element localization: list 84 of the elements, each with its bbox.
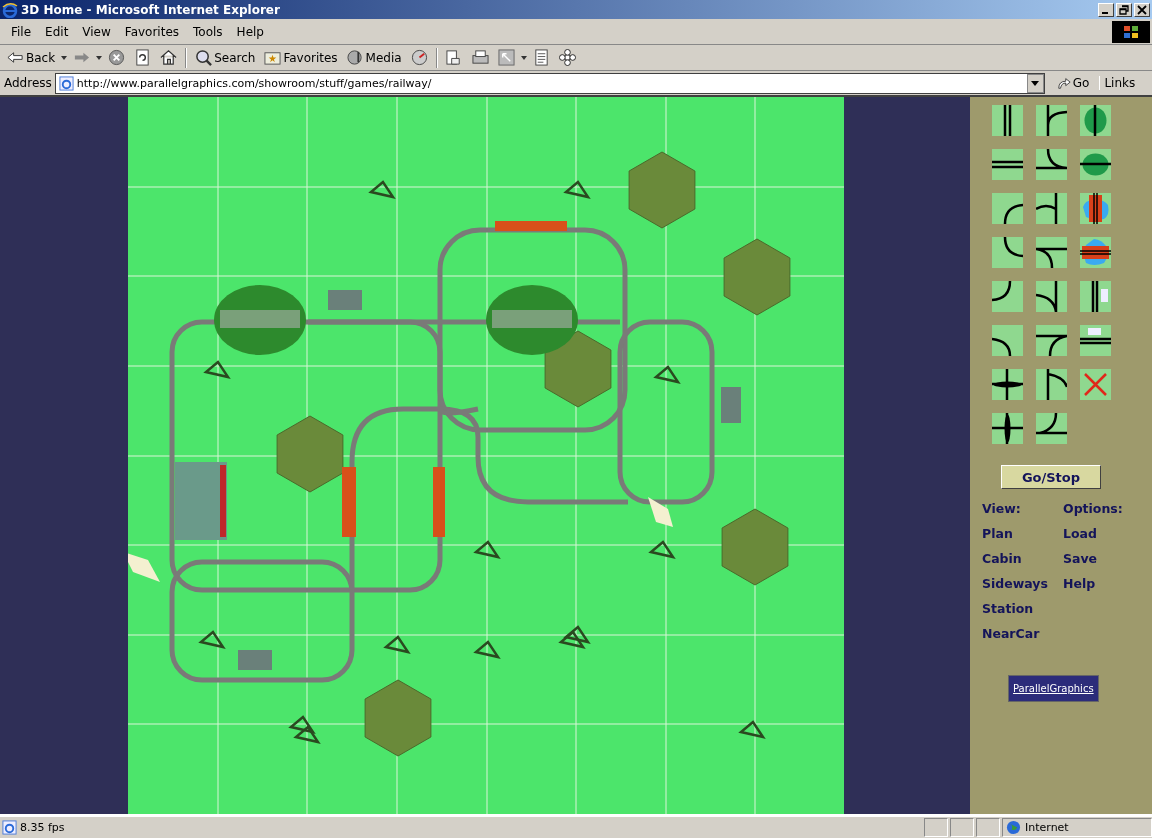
restore-button[interactable] (1116, 2, 1132, 17)
track-piece-button[interactable] (1036, 413, 1067, 444)
options-heading: Options: (1063, 501, 1124, 518)
back-button[interactable]: Back (4, 48, 59, 67)
address-label: Address (4, 76, 52, 90)
links-button[interactable]: Links (1099, 76, 1140, 90)
station-piece-button[interactable] (1080, 281, 1111, 312)
browser-logo-icon (2, 1, 18, 18)
crossing-piece-button[interactable] (992, 369, 1023, 400)
track-piece-button[interactable] (1036, 237, 1067, 268)
tunnel-piece-button[interactable] (1080, 105, 1111, 136)
minimize-icon (1101, 11, 1108, 14)
window-title: 3D Home - Microsoft Internet Explorer (21, 2, 281, 17)
menu-item[interactable]: Help (229, 24, 271, 39)
media-button[interactable]: Media (343, 48, 405, 67)
view-link[interactable]: NearCar (982, 626, 1047, 651)
bridge-piece-button[interactable] (1080, 193, 1111, 224)
go-arrow-icon (1056, 76, 1071, 90)
page-icon (2, 820, 17, 835)
close-icon (1136, 4, 1148, 15)
mail-icon (445, 49, 463, 66)
track-piece-button[interactable] (1036, 281, 1067, 312)
view-heading: View: (982, 501, 1022, 518)
view-link[interactable]: Station (982, 601, 1047, 626)
go-button[interactable]: Go (1052, 76, 1094, 90)
clock-icon (410, 49, 428, 66)
menu-item[interactable]: View (75, 24, 118, 39)
options-link[interactable]: Help (1063, 576, 1128, 601)
media-icon (346, 49, 364, 66)
dropdown-arrow-icon[interactable] (520, 55, 527, 60)
crossing-piece-button[interactable] (992, 413, 1023, 444)
globe-icon (1006, 820, 1021, 835)
minimize-button[interactable] (1098, 2, 1114, 17)
favorites-button[interactable]: Favorites (261, 48, 341, 67)
menu-item[interactable]: File (4, 24, 39, 39)
status-text: 8.35 fps (20, 821, 65, 834)
track-piece-button[interactable] (1036, 193, 1067, 224)
track-piece-button[interactable] (1036, 149, 1067, 180)
track-piece-button[interactable] (1036, 105, 1067, 136)
delete-piece-button[interactable] (1080, 369, 1111, 400)
dropdown-arrow-icon[interactable] (61, 55, 68, 60)
station-piece-button[interactable] (1080, 325, 1111, 356)
status-pane (924, 818, 948, 837)
track-piece-button[interactable] (992, 281, 1023, 312)
dropdown-arrow-icon[interactable] (96, 55, 103, 60)
search-button[interactable]: Search (192, 48, 259, 67)
go-stop-button[interactable]: Go/Stop (1001, 465, 1101, 489)
page-icon (58, 75, 74, 91)
status-pane (976, 818, 1000, 837)
status-pane (950, 818, 974, 837)
view-link[interactable]: Cabin (982, 551, 1047, 576)
track-piece-button[interactable] (992, 237, 1023, 268)
close-button[interactable] (1134, 2, 1150, 17)
options-link[interactable]: Save (1063, 551, 1128, 576)
stop-icon (108, 49, 126, 66)
search-icon (195, 49, 213, 66)
company-logo[interactable]: ParallelGraphics (1008, 675, 1099, 702)
view-link[interactable]: Plan (982, 526, 1047, 551)
flower-icon (558, 49, 576, 66)
edit-icon (497, 49, 515, 66)
windows-flag-icon (1121, 23, 1141, 40)
back-arrow-icon (7, 49, 24, 66)
star-folder-icon (264, 49, 282, 66)
menu-item[interactable]: Edit (38, 24, 76, 39)
home-icon (160, 49, 178, 66)
view-link[interactable]: Sideways (982, 576, 1047, 601)
security-zone-text: Internet (1025, 821, 1069, 834)
bridge-piece-button[interactable] (1080, 237, 1111, 268)
tunnel-piece-button[interactable] (1080, 149, 1111, 180)
address-dropdown-button[interactable] (1026, 73, 1044, 93)
restore-icon (1118, 4, 1130, 15)
menu-item[interactable]: Tools (186, 24, 230, 39)
address-field[interactable]: http://www.parallelgraphics.com/showroom/stuff/games/railway/ (54, 72, 1045, 94)
menu-item[interactable]: Favorites (117, 24, 187, 39)
refresh-icon (134, 49, 152, 66)
track-piece-button[interactable] (992, 149, 1023, 180)
track-piece-button[interactable] (1036, 325, 1067, 356)
document-icon (532, 49, 550, 66)
options-link[interactable]: Load (1063, 526, 1128, 551)
track-piece-button[interactable] (992, 193, 1023, 224)
track-piece-button[interactable] (992, 325, 1023, 356)
printer-icon (471, 49, 489, 66)
track-piece-button[interactable] (1036, 369, 1067, 400)
track-piece-button[interactable] (992, 105, 1023, 136)
